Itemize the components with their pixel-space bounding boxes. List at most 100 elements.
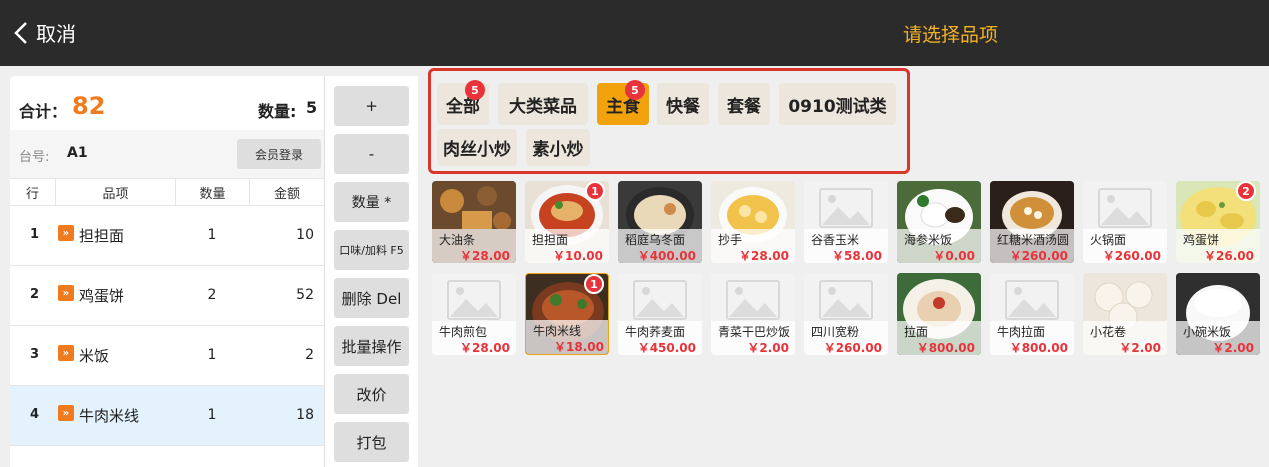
category-tab[interactable]: 素小炒 [526,129,590,166]
category-tab[interactable]: 肉丝小炒 [437,129,517,166]
pack-button[interactable]: 打包 [334,422,409,462]
row-index: 2 [30,287,40,302]
category-label: 快餐 [666,96,700,117]
product-caption: 鸡蛋饼 ￥26.00 [1176,229,1260,263]
product-card[interactable]: 火锅面 ￥260.00 [1083,181,1167,263]
product-price: ￥260.00 [1102,249,1161,263]
category-tab[interactable]: 大类菜品 [498,83,588,125]
product-card[interactable]: 抄手 ￥28.00 [711,181,795,263]
table-row[interactable]: 4 » 牛肉米线 1 18 [10,386,324,446]
product-card[interactable]: 红糖米酒汤圆 ￥260.00 [990,181,1074,263]
item-name: 牛肉米线 [79,407,140,425]
table-row[interactable]: 3 » 米饭 1 2 [10,326,324,386]
back-label: 取消 [36,22,76,46]
item-quantity: 2 [207,287,217,303]
product-card[interactable]: 海参米饭 ￥0.00 [897,181,981,263]
product-card[interactable]: 谷香玉米 ￥58.00 [804,181,888,263]
expand-icon: » [58,405,74,421]
product-caption: 火锅面 ￥260.00 [1083,229,1167,263]
product-caption: 牛肉荞麦面 ￥450.00 [618,321,702,355]
product-card[interactable]: 青菜干巴炒饭 ￥2.00 [711,273,795,355]
product-price: ￥260.00 [823,341,882,355]
count-badge: 5 [625,80,645,100]
product-card[interactable]: 牛肉煎包 ￥28.00 [432,273,516,355]
product-price: ￥28.00 [460,341,510,355]
product-name: 火锅面 [1090,233,1127,247]
product-name: 海参米饭 [904,233,953,247]
back-button[interactable]: 取消 [14,18,76,47]
table-row[interactable]: 2 » 鸡蛋饼 2 52 [10,266,324,326]
product-card[interactable]: 四川宽粉 ￥260.00 [804,273,888,355]
item-quantity: 1 [207,347,217,363]
category-tab[interactable]: 套餐 [718,83,770,125]
quantity-label: 数量: [258,102,297,121]
increase-button[interactable]: + [334,86,409,126]
product-name: 担担面 [532,233,569,247]
member-login-button[interactable]: 会员登录 [237,139,321,169]
item-name: 担担面 [79,227,125,245]
product-caption: 谷香玉米 ￥58.00 [804,229,888,263]
expand-icon: » [58,225,74,241]
item-amount: 10 [296,227,314,243]
product-caption: 大油条 ￥28.00 [432,229,516,263]
category-label: 0910测试类 [788,96,887,117]
order-table-header: 行 品项 数量 金额 [10,178,324,206]
delete-button[interactable]: 删除 Del [334,278,409,318]
category-tab[interactable]: 主食 5 [597,80,649,125]
product-card[interactable]: 小花卷 ￥2.00 [1083,273,1167,355]
product-price: ￥58.00 [832,249,882,263]
product-card[interactable]: 稻庭乌冬面 ￥400.00 [618,181,702,263]
item-amount: 52 [296,287,314,303]
item-amount: 18 [296,407,314,423]
table-row[interactable]: 1 » 担担面 1 10 [10,206,324,266]
product-price: ￥800.00 [916,341,975,355]
product-price: ￥28.00 [460,249,510,263]
product-name: 拉面 [904,325,929,339]
category-label: 套餐 [727,96,761,117]
expand-icon: » [58,345,74,361]
flavor-button[interactable]: 口味/加料 F5 [334,230,409,270]
product-name: 小碗米饭 [1183,325,1232,339]
product-caption: 牛肉拉面 ￥800.00 [990,321,1074,355]
product-name: 大油条 [439,233,476,247]
product-price: ￥0.00 [933,249,975,263]
decrease-button[interactable]: - [334,134,409,174]
column-header: 品项 [56,179,176,205]
product-caption: 小花卷 ￥2.00 [1083,321,1167,355]
product-card[interactable]: 牛肉拉面 ￥800.00 [990,273,1074,355]
product-caption: 拉面 ￥800.00 [897,321,981,355]
table-number-value: A1 [67,145,88,161]
product-card[interactable]: 鸡蛋饼 ￥26.00 2 [1176,181,1260,263]
change-price-button[interactable]: 改价 [334,374,409,414]
product-card[interactable]: 担担面 ￥10.00 1 [525,181,609,263]
product-card[interactable]: 牛肉米线 ￥18.00 1 [525,273,609,355]
product-card[interactable]: 小碗米饭 ￥2.00 [1176,273,1260,355]
total-value: 82 [72,92,106,120]
batch-button[interactable]: 批量操作 [334,326,409,366]
product-card[interactable]: 牛肉荞麦面 ￥450.00 [618,273,702,355]
category-tab[interactable]: 全部 5 [437,80,489,125]
table-info-row: 台号: A1 会员登录 [10,130,324,178]
item-quantity: 1 [207,407,217,423]
category-tab[interactable]: 0910测试类 [779,83,896,125]
item-name: 米饭 [79,347,110,365]
page-title: 请选择品项 [903,24,999,46]
item-name: 鸡蛋饼 [79,287,125,305]
product-caption: 红糖米酒汤圆 ￥260.00 [990,229,1074,263]
quantity-button[interactable]: 数量 * [334,182,409,222]
product-name: 牛肉荞麦面 [625,325,686,339]
product-name: 谷香玉米 [811,233,860,247]
item-quantity: 1 [207,227,217,243]
row-index: 1 [30,227,40,242]
product-name: 鸡蛋饼 [1183,233,1220,247]
row-index: 4 [30,407,40,422]
product-price: ￥260.00 [1009,249,1068,263]
chevron-left-icon [14,21,27,44]
product-price: ￥2.00 [1212,341,1254,355]
category-tab[interactable]: 快餐 [657,83,709,125]
product-card[interactable]: 大油条 ￥28.00 [432,181,516,263]
product-card[interactable]: 拉面 ￥800.00 [897,273,981,355]
product-name: 抄手 [718,233,743,247]
product-name: 青菜干巴炒饭 [718,325,791,339]
product-caption: 青菜干巴炒饭 ￥2.00 [711,321,795,355]
